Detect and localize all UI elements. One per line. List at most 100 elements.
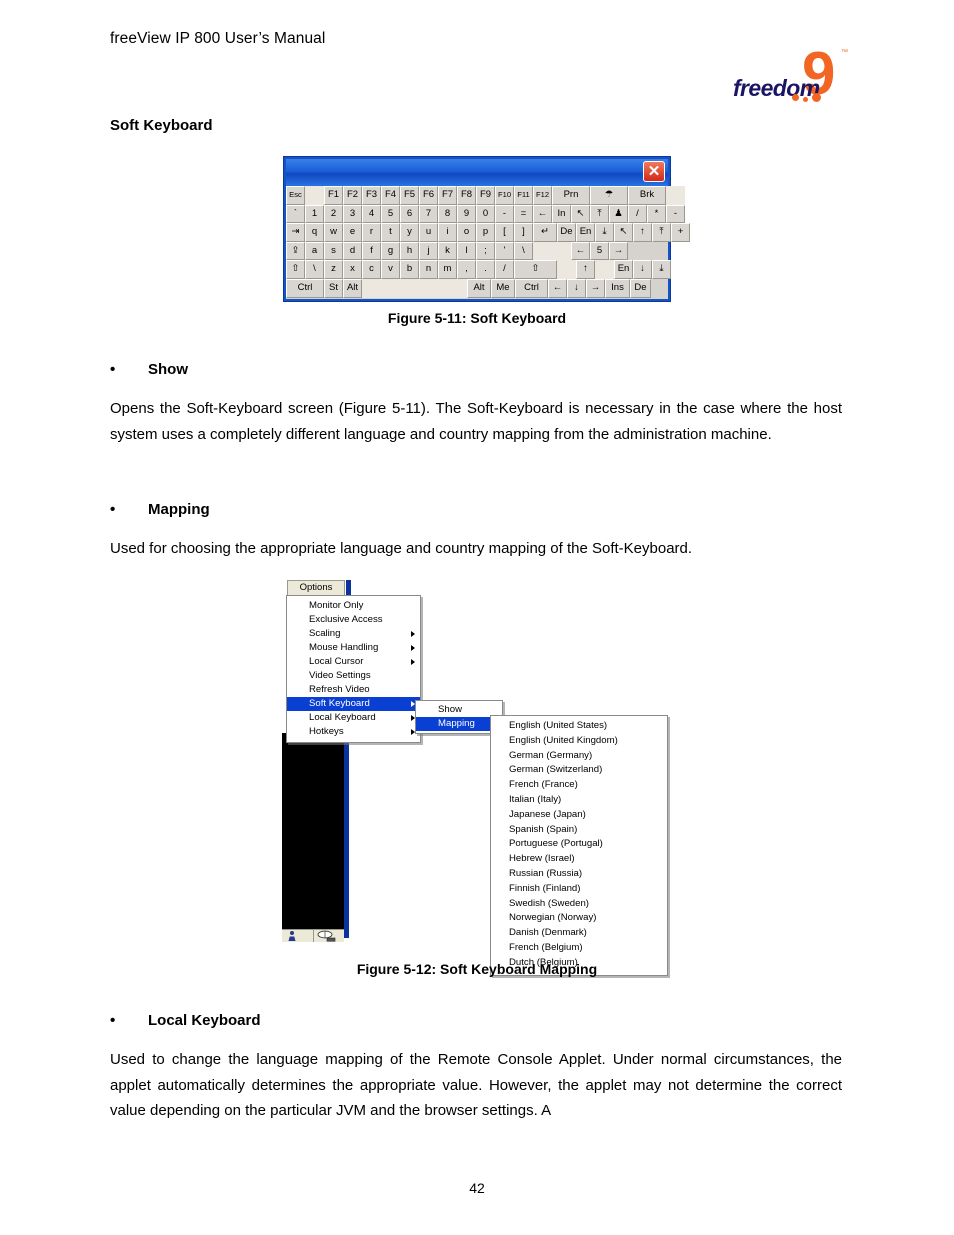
menu-item-exclusive-access[interactable]: Exclusive Access xyxy=(287,613,420,627)
key-[interactable]: ♟ xyxy=(609,204,628,224)
key-[interactable]: * xyxy=(647,204,666,224)
key-7[interactable]: 7 xyxy=(419,204,438,224)
key-u[interactable]: u xyxy=(419,223,438,242)
key-z[interactable]: z xyxy=(324,260,343,279)
key-[interactable]: \ xyxy=(305,260,324,279)
key-me[interactable]: Me xyxy=(491,278,515,298)
key-prn[interactable]: Prn xyxy=(552,186,590,205)
key-ctrl[interactable]: Ctrl xyxy=(515,278,548,298)
key-j[interactable]: j xyxy=(419,241,438,261)
key-[interactable]: ⤓ xyxy=(595,223,614,242)
key-[interactable]: ↓ xyxy=(567,278,586,298)
key-y[interactable]: y xyxy=(400,223,419,242)
key-[interactable]: ⇧ xyxy=(514,260,557,279)
key-f[interactable]: f xyxy=(362,241,381,261)
menu-item-hotkeys[interactable]: Hotkeys xyxy=(287,725,420,739)
key-[interactable]: - xyxy=(495,204,514,224)
key-[interactable]: . xyxy=(476,260,495,279)
key-9[interactable]: 9 xyxy=(457,204,476,224)
key-[interactable]: + xyxy=(671,223,690,242)
menu-item-local-cursor[interactable]: Local Cursor xyxy=(287,655,420,669)
key-r[interactable]: r xyxy=(362,223,381,242)
key-[interactable]: ← xyxy=(533,204,552,224)
key-f2[interactable]: F2 xyxy=(343,186,362,205)
key-st[interactable]: St xyxy=(324,278,343,298)
key-f3[interactable]: F3 xyxy=(362,186,381,205)
language-item-danish-denmark-[interactable]: Danish (Denmark) xyxy=(491,926,667,941)
key-f6[interactable]: F6 xyxy=(419,186,438,205)
language-item-german-germany-[interactable]: German (Germany) xyxy=(491,749,667,764)
key-[interactable]: ⤒ xyxy=(590,204,609,224)
key-b[interactable]: b xyxy=(400,260,419,279)
key-o[interactable]: o xyxy=(457,223,476,242)
key-[interactable]: ↑ xyxy=(633,223,652,242)
key-in[interactable]: In xyxy=(552,204,571,224)
key-v[interactable]: v xyxy=(381,260,400,279)
key-f1[interactable]: F1 xyxy=(324,186,343,205)
key-[interactable]: ↑ xyxy=(576,260,595,279)
key-f9[interactable]: F9 xyxy=(476,186,495,205)
key-[interactable]: ↓ xyxy=(633,260,652,279)
key-de[interactable]: De xyxy=(630,278,651,298)
key-ctrl[interactable]: Ctrl xyxy=(286,278,324,298)
language-item-finnish-finland-[interactable]: Finnish (Finland) xyxy=(491,882,667,897)
language-item-english-united-kingdom-[interactable]: English (United Kingdom) xyxy=(491,734,667,749)
key-w[interactable]: w xyxy=(324,223,343,242)
menu-item-scaling[interactable]: Scaling xyxy=(287,627,420,641)
menu-item-video-settings[interactable]: Video Settings xyxy=(287,669,420,683)
key-f4[interactable]: F4 xyxy=(381,186,400,205)
key-[interactable]: ⇧ xyxy=(286,260,305,279)
key-[interactable]: ← xyxy=(571,241,590,261)
key-h[interactable]: h xyxy=(400,241,419,261)
key-[interactable]: , xyxy=(457,260,476,279)
key-en[interactable]: En xyxy=(576,223,595,242)
key-p[interactable]: p xyxy=(476,223,495,242)
key-t[interactable]: t xyxy=(381,223,400,242)
key-ins[interactable]: Ins xyxy=(605,278,630,298)
key-i[interactable]: i xyxy=(438,223,457,242)
key-2[interactable]: 2 xyxy=(324,204,343,224)
key-[interactable]: [ xyxy=(495,223,514,242)
language-item-english-united-states-[interactable]: English (United States) xyxy=(491,719,667,734)
key-en[interactable]: En xyxy=(614,260,633,279)
key-[interactable]: ' xyxy=(495,241,514,261)
key-q[interactable]: q xyxy=(305,223,324,242)
key-f12[interactable]: F12 xyxy=(533,186,552,205)
key-[interactable]: ← xyxy=(548,278,567,298)
options-menu-tab[interactable]: Options xyxy=(287,580,345,595)
key-f8[interactable]: F8 xyxy=(457,186,476,205)
key-[interactable]: ☂ xyxy=(590,186,628,205)
menu-item-soft-keyboard[interactable]: Soft Keyboard xyxy=(287,697,420,711)
key-f11[interactable]: F11 xyxy=(514,186,533,205)
key-[interactable]: ⇥ xyxy=(286,223,305,242)
key-brk[interactable]: Brk xyxy=(628,186,666,205)
key-[interactable]: = xyxy=(514,204,533,224)
key-[interactable]: ⤒ xyxy=(652,223,671,242)
key-6[interactable]: 6 xyxy=(400,204,419,224)
key-x[interactable]: x xyxy=(343,260,362,279)
key-[interactable]: ⇪ xyxy=(286,241,305,261)
language-item-german-switzerland-[interactable]: German (Switzerland) xyxy=(491,763,667,778)
language-item-hebrew-israel-[interactable]: Hebrew (Israel) xyxy=(491,852,667,867)
key-[interactable]: ` xyxy=(286,204,305,224)
key-l[interactable]: l xyxy=(457,241,476,261)
key-n[interactable]: n xyxy=(419,260,438,279)
key-s[interactable]: s xyxy=(324,241,343,261)
language-item-swedish-sweden-[interactable]: Swedish (Sweden) xyxy=(491,897,667,912)
menu-item-local-keyboard[interactable]: Local Keyboard xyxy=(287,711,420,725)
key-f5[interactable]: F5 xyxy=(400,186,419,205)
key-[interactable]: ↵ xyxy=(533,223,557,242)
key-f10[interactable]: F10 xyxy=(495,186,514,205)
key-[interactable]: \ xyxy=(514,241,533,261)
language-item-norwegian-norway-[interactable]: Norwegian (Norway) xyxy=(491,911,667,926)
key-[interactable]: - xyxy=(666,204,685,224)
key-[interactable]: → xyxy=(586,278,605,298)
key-de[interactable]: De xyxy=(557,223,576,242)
key-[interactable]: ↖ xyxy=(571,204,590,224)
language-item-italian-italy-[interactable]: Italian (Italy) xyxy=(491,793,667,808)
key-a[interactable]: a xyxy=(305,241,324,261)
key-g[interactable]: g xyxy=(381,241,400,261)
key-4[interactable]: 4 xyxy=(362,204,381,224)
language-item-japanese-japan-[interactable]: Japanese (Japan) xyxy=(491,808,667,823)
menu-item-monitor-only[interactable]: Monitor Only xyxy=(287,599,420,613)
